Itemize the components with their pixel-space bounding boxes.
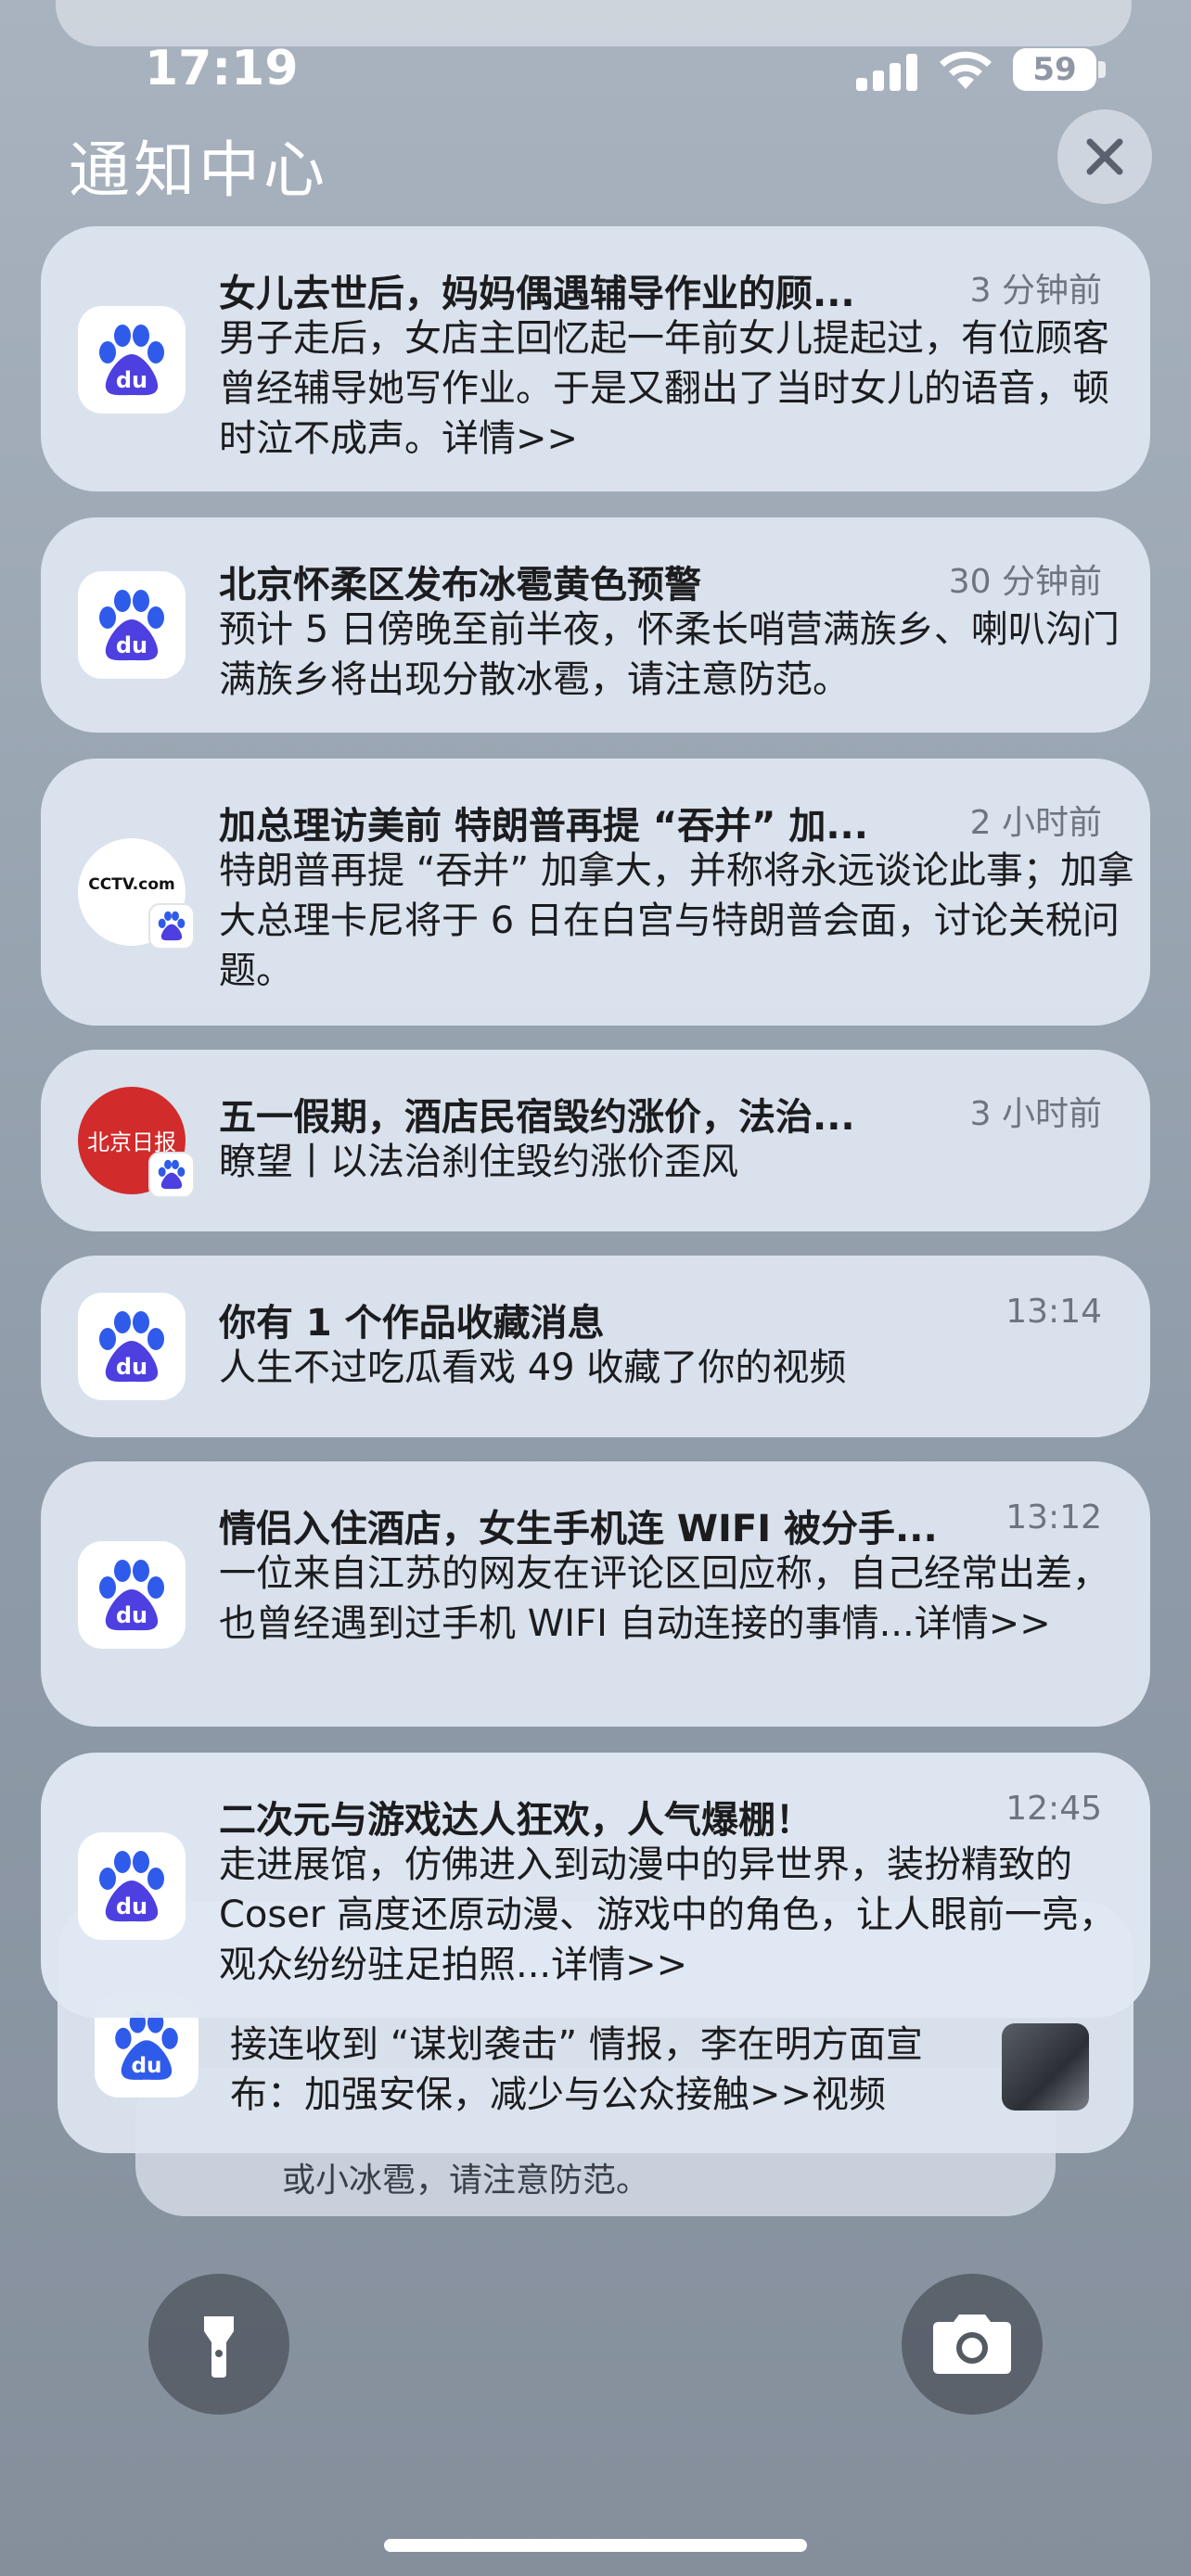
notification-card[interactable]: du 北京怀柔区发布冰雹黄色预警 30 分钟前 预计 5 日傍晚至前半夜，怀柔长… bbox=[41, 517, 1150, 733]
notification-body: 人生不过吃瓜看戏 49 收藏了你的视频 bbox=[219, 1346, 847, 1389]
notification-center-title: 通知中心 bbox=[69, 134, 328, 206]
app-icon: du bbox=[78, 571, 186, 679]
notification-card[interactable]: CCTV.com 加总理访美前 特朗普再提 “吞并” 加... 2 小时前 特朗… bbox=[41, 759, 1150, 1026]
notification-title: 女儿去世后，妈妈偶遇辅导作业的顾... bbox=[219, 273, 855, 315]
app-icon: du bbox=[78, 306, 186, 414]
battery-indicator: 59 bbox=[1013, 48, 1096, 91]
cellular-signal-icon bbox=[856, 54, 921, 91]
notification-title: 北京怀柔区发布冰雹黄色预警 bbox=[219, 564, 701, 606]
stacked-back-text: 或小冰雹，请注意防范。 bbox=[282, 2162, 650, 2200]
notification-title: 你有 1 个作品收藏消息 bbox=[219, 1302, 605, 1345]
notification-time: 2 小时前 bbox=[969, 804, 1102, 842]
battery-tip bbox=[1098, 61, 1106, 78]
notification-time: 3 小时前 bbox=[969, 1095, 1102, 1133]
notification-card[interactable]: du 女儿去世后，妈妈偶遇辅导作业的顾... 3 分钟前 男子走后，女店主回忆起… bbox=[41, 226, 1150, 491]
app-icon: du bbox=[78, 1832, 186, 1940]
notification-body: 走进展馆，仿佛进入到动漫中的异世界，装扮精致的 Coser 高度还原动漫、游戏中… bbox=[219, 1843, 1117, 1986]
baidu-paw-icon: du bbox=[99, 1851, 164, 1922]
baidu-paw-icon: du bbox=[99, 1560, 164, 1631]
notification-card[interactable]: 北京日报 五一假期，酒店民宿毁约涨价，法治... 3 小时前 瞭望丨以法治刹住毁… bbox=[41, 1050, 1150, 1231]
notification-card[interactable]: du 二次元与游戏达人狂欢，人气爆棚！ 12:45 走进展馆，仿佛进入到动漫中的… bbox=[41, 1753, 1150, 2018]
notification-body: 瞭望丨以法治刹住毁约涨价歪风 bbox=[219, 1141, 738, 1183]
baidu-paw-icon: du bbox=[99, 590, 164, 661]
baidu-paw-icon: du bbox=[99, 1311, 164, 1383]
baidu-badge-icon bbox=[148, 903, 195, 950]
notification-body: 男子走后，女店主回忆起一年前女儿提起过，有位顾客曾经辅导她写作业。于是又翻出了当… bbox=[219, 317, 1109, 460]
cctv-logo-text: CCTV.com bbox=[88, 875, 175, 894]
status-time: 17:19 bbox=[145, 41, 299, 96]
svg-text:du: du bbox=[131, 2053, 161, 2078]
baidu-badge-icon bbox=[148, 1152, 195, 1198]
notification-title: 五一假期，酒店民宿毁约涨价，法治... bbox=[219, 1096, 855, 1139]
svg-text:du: du bbox=[116, 632, 147, 658]
notification-title: 情侣入住酒店，女生手机连 WIFI 被分手... bbox=[219, 1508, 938, 1550]
notification-time: 3 分钟前 bbox=[969, 272, 1102, 310]
flashlight-icon bbox=[204, 2316, 234, 2378]
svg-text:du: du bbox=[116, 1354, 147, 1380]
baidu-paw-icon: du bbox=[99, 325, 164, 396]
close-icon bbox=[1086, 138, 1123, 175]
camera-icon bbox=[933, 2315, 1011, 2374]
wifi-icon bbox=[940, 51, 992, 89]
home-indicator[interactable] bbox=[384, 2539, 807, 2552]
stacked-thumbnail bbox=[1002, 2023, 1089, 2111]
notification-card[interactable]: du 情侣入住酒店，女生手机连 WIFI 被分手... 13:12 一位来自江苏… bbox=[41, 1461, 1150, 1727]
app-icon: du bbox=[78, 1541, 186, 1649]
svg-text:du: du bbox=[116, 367, 147, 393]
app-icon: du bbox=[78, 1293, 186, 1400]
svg-text:du: du bbox=[116, 1894, 147, 1919]
notification-time: 12:45 bbox=[1005, 1790, 1102, 1828]
close-button[interactable] bbox=[1057, 109, 1152, 204]
notification-body: 预计 5 日傍晚至前半夜，怀柔长哨营满族乡、喇叭沟门满族乡将出现分散冰雹，请注意… bbox=[219, 608, 1120, 701]
notification-title: 加总理访美前 特朗普再提 “吞并” 加... bbox=[219, 805, 868, 848]
camera-button[interactable] bbox=[902, 2274, 1043, 2415]
notification-title: 二次元与游戏达人狂欢，人气爆棚！ bbox=[219, 1799, 813, 1842]
notification-body: 特朗普再提 “吞并” 加拿大，并称将永远谈论此事；加拿大总理卡尼将于 6 日在白… bbox=[219, 849, 1134, 992]
stacked-body: 接连收到 “谋划袭击” 情报，李在明方面宣布：加强安保，减少与公众接触>>视频 bbox=[230, 2023, 923, 2116]
notification-time: 13:12 bbox=[1005, 1498, 1102, 1537]
notification-time: 30 分钟前 bbox=[948, 563, 1102, 601]
notification-body: 一位来自江苏的网友在评论区回应称，自己经常出差，也曾经遇到过手机 WIFI 自动… bbox=[219, 1552, 1109, 1645]
svg-text:du: du bbox=[116, 1602, 147, 1628]
notification-card[interactable]: du 你有 1 个作品收藏消息 13:14 人生不过吃瓜看戏 49 收藏了你的视… bbox=[41, 1256, 1150, 1437]
flashlight-button[interactable] bbox=[148, 2274, 289, 2415]
status-bar: 17:19 59 bbox=[0, 0, 1191, 130]
notification-time: 13:14 bbox=[1005, 1293, 1102, 1331]
